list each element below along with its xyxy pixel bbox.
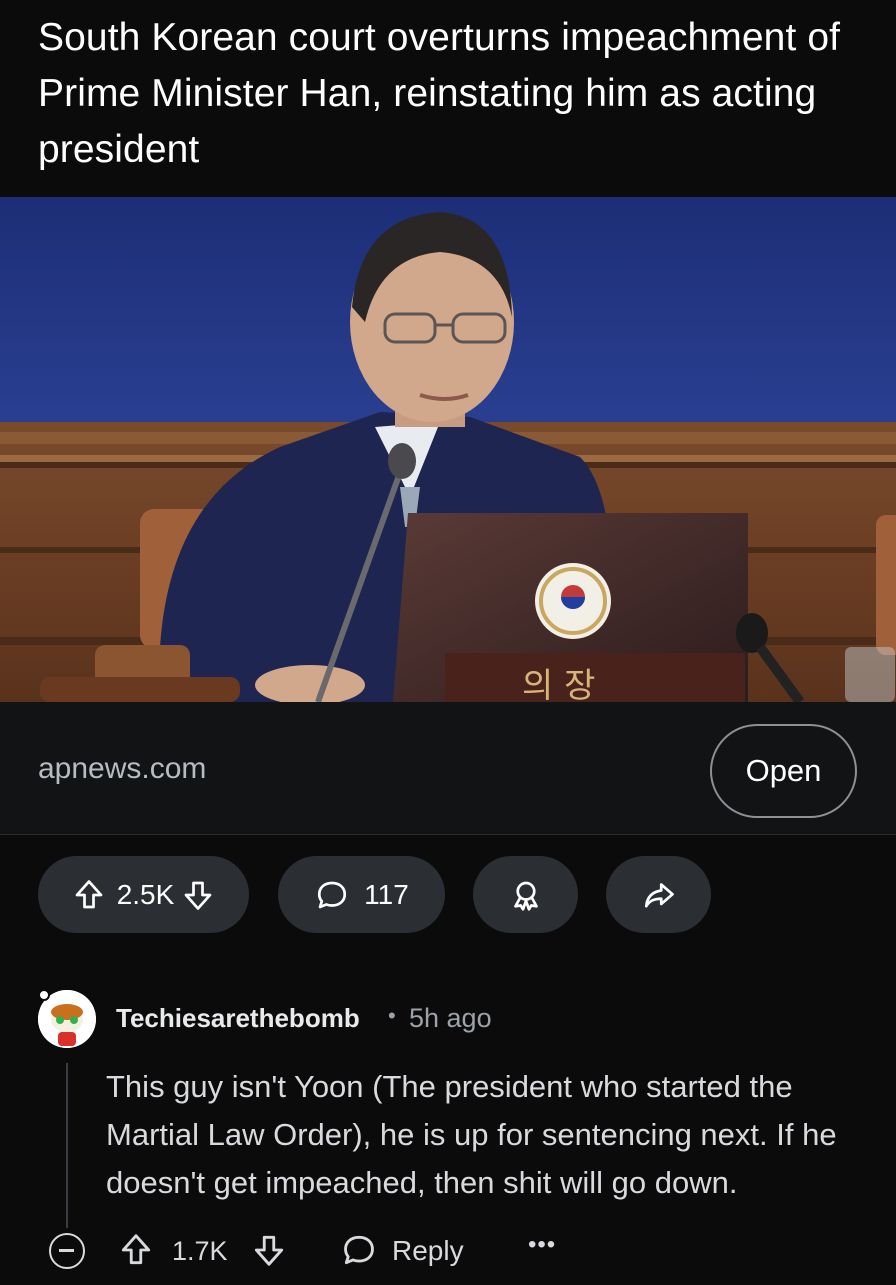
- link-bar: apnews.com Open: [0, 702, 896, 835]
- upvote-arrow-icon[interactable]: [71, 877, 107, 913]
- downvote-arrow-icon[interactable]: [180, 877, 216, 913]
- comment: Techiesarethebomb • 5h ago This guy isn'…: [0, 985, 896, 1285]
- post-actions: 2.5K 117: [0, 856, 896, 933]
- meta-separator: •: [388, 1003, 396, 1028]
- upvote-arrow-icon[interactable]: [117, 1231, 155, 1274]
- comment-body: This guy isn't Yoon (The president who s…: [106, 1069, 837, 1200]
- reply-button[interactable]: Reply: [392, 1235, 464, 1267]
- vote-control: 2.5K: [38, 856, 249, 933]
- speech-bubble-icon[interactable]: [340, 1231, 378, 1274]
- ellipsis-icon[interactable]: •••: [528, 1231, 556, 1259]
- post-title[interactable]: South Korean court overturns impeachment…: [38, 10, 858, 178]
- online-indicator: [38, 989, 50, 1001]
- downvote-arrow-icon[interactable]: [250, 1231, 288, 1274]
- link-domain[interactable]: apnews.com: [38, 752, 206, 786]
- post-image[interactable]: 의 장: [0, 197, 896, 702]
- comment-author[interactable]: Techiesarethebomb: [116, 1003, 360, 1034]
- comments-button[interactable]: 117: [278, 856, 445, 933]
- award-icon: [508, 877, 544, 913]
- post-score: 2.5K: [116, 878, 175, 910]
- comment-score: 1.7K: [172, 1236, 228, 1266]
- official-photo: 의 장: [0, 197, 896, 702]
- open-link-button[interactable]: Open: [710, 724, 857, 818]
- comment-actions: 1.7K Reply •••: [0, 1229, 896, 1275]
- award-button[interactable]: [473, 856, 578, 933]
- post-screen: South Korean court overturns impeachment…: [0, 0, 896, 1285]
- comments-count: 117: [364, 878, 409, 910]
- nameplate-text: 의 장: [522, 666, 595, 702]
- minus-circle-icon[interactable]: [49, 1233, 85, 1269]
- thread-line[interactable]: [66, 1063, 68, 1228]
- share-button[interactable]: [606, 856, 711, 933]
- speech-bubble-icon: [314, 877, 350, 913]
- share-arrow-icon: [641, 877, 677, 913]
- comment-time: 5h ago: [409, 1003, 492, 1033]
